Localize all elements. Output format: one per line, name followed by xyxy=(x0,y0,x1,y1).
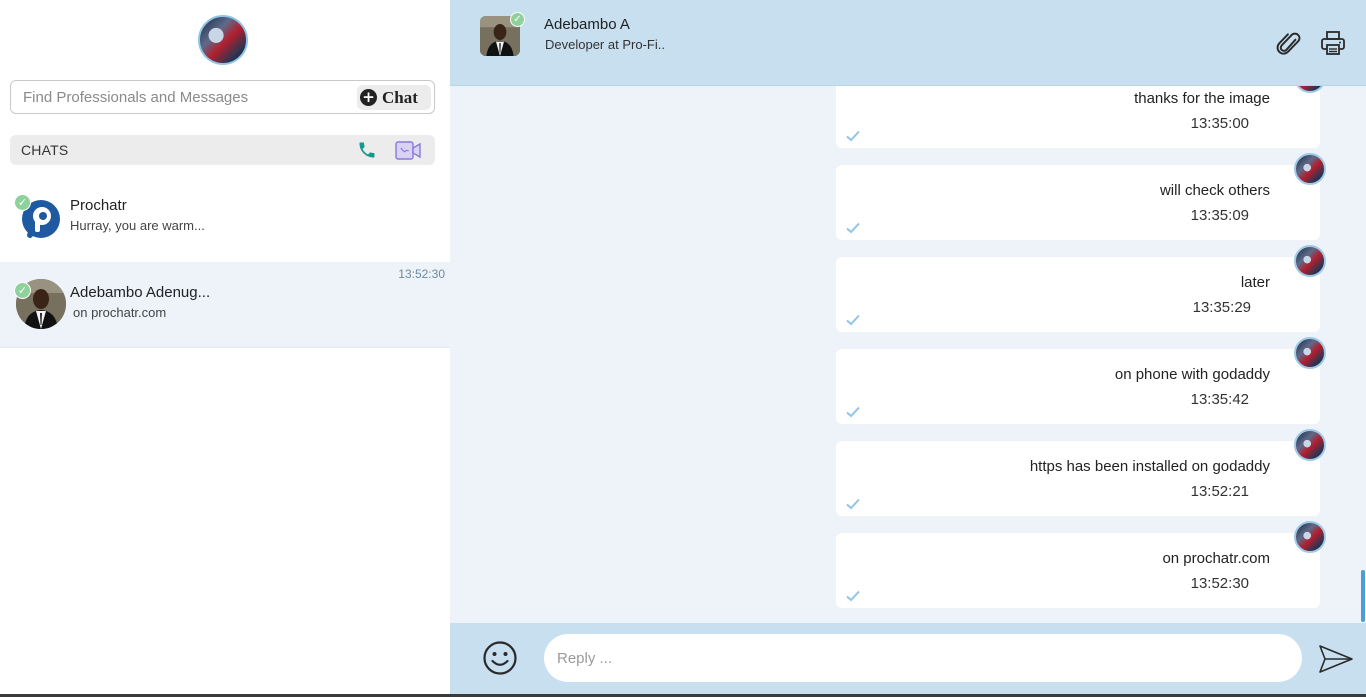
printer-icon[interactable] xyxy=(1320,30,1346,56)
chat-preview: on prochatr.com xyxy=(73,305,167,320)
check-icon xyxy=(846,222,860,234)
message-time: 13:52:21 xyxy=(1190,483,1249,500)
message-text: thanks for the image xyxy=(1134,90,1270,107)
sender-avatar xyxy=(1294,86,1326,93)
sender-avatar xyxy=(1294,245,1326,277)
message-bubble: on phone with godaddy 13:35:42 xyxy=(836,337,1326,424)
message-text: will check others xyxy=(1159,182,1270,199)
sender-avatar xyxy=(1294,153,1326,185)
message-time: 13:35:00 xyxy=(1190,115,1249,132)
message-time: 13:35:09 xyxy=(1190,207,1249,224)
video-camera-icon[interactable] xyxy=(395,140,421,161)
smiley-icon[interactable] xyxy=(482,640,518,676)
message-text: later xyxy=(1240,274,1270,291)
search-bar: + Chat xyxy=(10,80,435,114)
chat-name: Prochatr xyxy=(70,197,127,214)
message-time: 13:52:30 xyxy=(1190,575,1249,592)
check-icon xyxy=(846,130,860,142)
reply-bar xyxy=(450,623,1366,697)
reply-input[interactable] xyxy=(544,634,1302,682)
chat-list-item[interactable]: ✓ Prochatr Hurray, you are warm... xyxy=(0,178,450,258)
conversation-header: ✓ Adebambo A Developer at Pro-Fi.. xyxy=(450,0,1366,86)
search-input[interactable] xyxy=(11,82,351,112)
check-icon xyxy=(846,406,860,418)
message-bubble: later 13:35:29 xyxy=(836,245,1326,332)
conversation-panel: ✓ Adebambo A Developer at Pro-Fi.. thank… xyxy=(450,0,1366,697)
chat-name: Adebambo Adenug... xyxy=(70,284,211,301)
sidebar: + Chat CHATS xyxy=(0,0,450,697)
message-bubble: https has been installed on godaddy 13:5… xyxy=(836,429,1326,516)
plus-circle-icon: + xyxy=(360,89,377,106)
contact-name: Adebambo A xyxy=(544,16,630,33)
message-bubble: on prochatr.com 13:52:30 xyxy=(836,521,1326,608)
chat-list-item-active[interactable]: ✓ 13:52:30 Adebambo Adenug... on prochat… xyxy=(0,262,450,348)
check-icon xyxy=(846,590,860,602)
my-profile-avatar[interactable] xyxy=(198,15,248,65)
online-status-icon: ✓ xyxy=(510,12,525,27)
contact-subtitle: Developer at Pro-Fi.. xyxy=(545,37,665,52)
new-chat-button[interactable]: + Chat xyxy=(357,85,431,110)
message-text: on prochatr.com xyxy=(1162,550,1270,567)
phone-icon[interactable] xyxy=(357,140,377,160)
new-chat-label: Chat xyxy=(382,87,418,107)
message-time: 13:35:42 xyxy=(1190,391,1249,408)
online-status-icon: ✓ xyxy=(14,282,31,299)
message-bubble: will check others 13:35:09 xyxy=(836,153,1326,240)
message-time: 13:35:29 xyxy=(1192,299,1251,316)
online-status-icon: ✓ xyxy=(14,194,31,211)
check-icon xyxy=(846,498,860,510)
sender-avatar xyxy=(1294,337,1326,369)
send-icon[interactable] xyxy=(1318,643,1354,675)
chat-preview: Hurray, you are warm... xyxy=(70,218,205,233)
sender-avatar xyxy=(1294,429,1326,461)
message-list[interactable]: thanks for the image 13:35:00 will check… xyxy=(450,86,1366,623)
message-text: on phone with godaddy xyxy=(1114,366,1270,383)
scrollbar-thumb[interactable] xyxy=(1361,570,1365,622)
chats-title: CHATS xyxy=(21,142,69,158)
chats-header: CHATS xyxy=(10,135,435,165)
paperclip-icon[interactable] xyxy=(1276,30,1302,58)
message-bubble: thanks for the image 13:35:00 xyxy=(836,86,1326,148)
check-icon xyxy=(846,314,860,326)
messaging-app: + Chat CHATS xyxy=(0,0,1366,697)
message-text: https has been installed on godaddy xyxy=(1029,458,1270,475)
chat-time: 13:52:30 xyxy=(398,267,445,281)
sender-avatar xyxy=(1294,521,1326,553)
